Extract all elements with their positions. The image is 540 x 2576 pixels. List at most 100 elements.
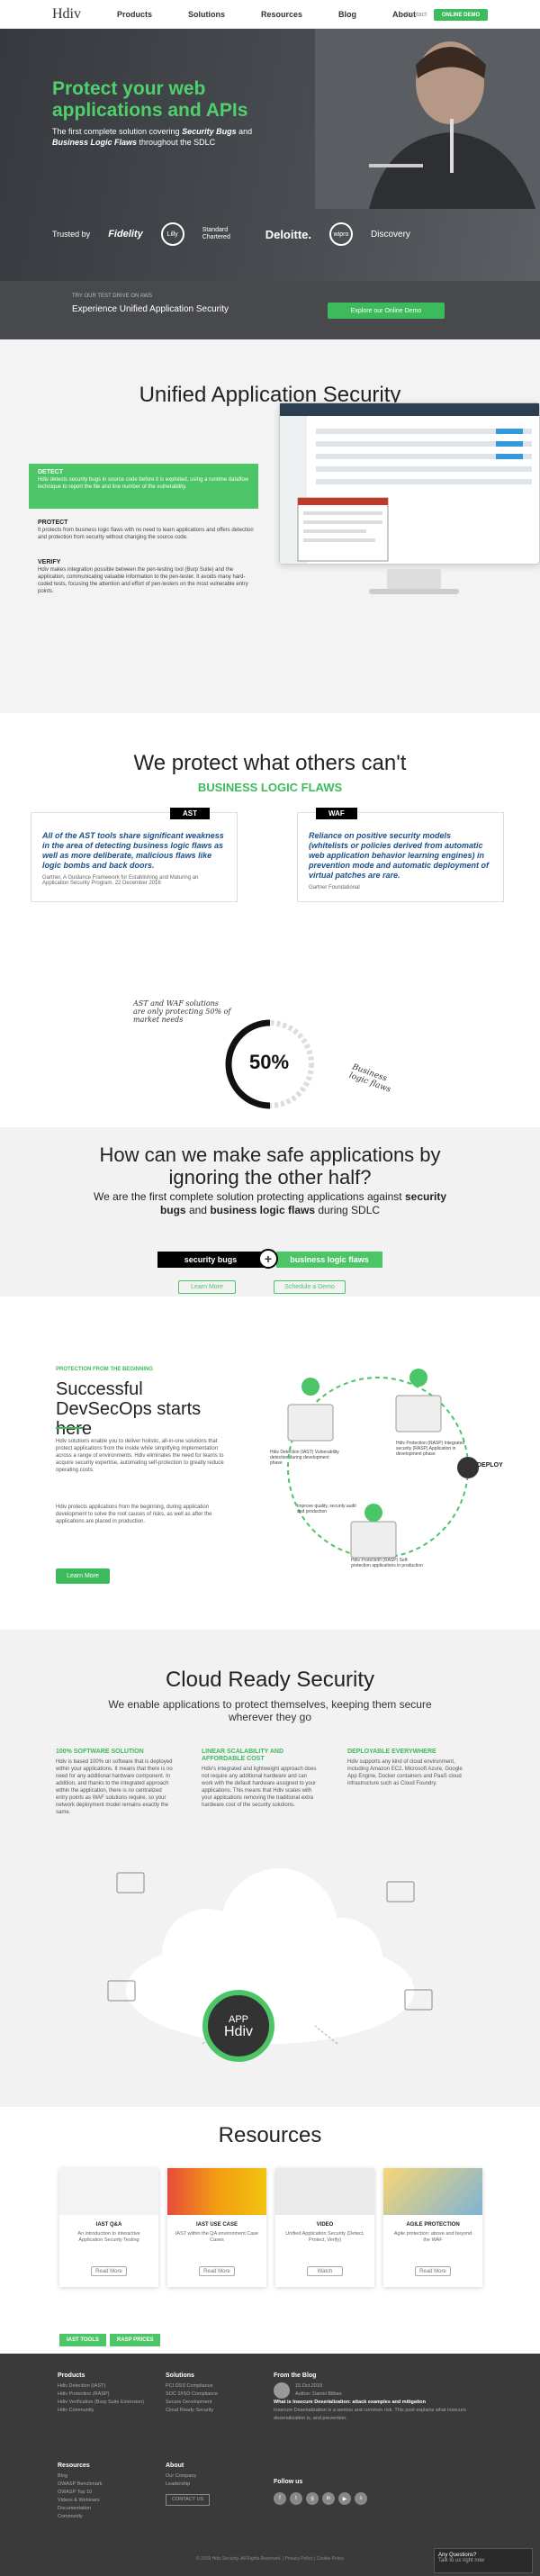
waf-tag: WAF bbox=[316, 808, 357, 819]
logo-wipro: wipro bbox=[329, 222, 353, 246]
youtube-icon[interactable]: ▶ bbox=[338, 2492, 351, 2505]
dashboard-screenshot bbox=[280, 403, 539, 564]
nav-blog[interactable]: Blog bbox=[338, 10, 356, 19]
github-icon[interactable]: g bbox=[306, 2492, 319, 2505]
protect-title: We protect what others can't bbox=[133, 751, 407, 775]
footer-link[interactable]: Hdiv Community bbox=[58, 2407, 148, 2415]
developer-photo bbox=[315, 29, 540, 209]
resource-desc: IAST within the QA environment Case Case… bbox=[175, 2231, 259, 2243]
footer-link[interactable]: Blog bbox=[58, 2472, 148, 2481]
dashboard-monitor bbox=[279, 402, 540, 565]
footer-link[interactable]: Leadership bbox=[166, 2481, 256, 2489]
demo-strip: TRY OUR TEST DRIVE ON AWS Experience Uni… bbox=[0, 281, 540, 339]
learn-more-button[interactable]: Learn More bbox=[178, 1280, 236, 1294]
footer-link[interactable]: OWASP Top 10 bbox=[58, 2489, 148, 2497]
footer-products: Products Hdiv Detection (IAST) Hdiv Prot… bbox=[58, 2372, 148, 2415]
plus-icon: + bbox=[258, 1249, 278, 1269]
protect-text: PROTECT It protects from business logic f… bbox=[38, 520, 254, 540]
tab-rasp-prices[interactable]: RASP PRICES bbox=[109, 2334, 161, 2346]
footer-link[interactable]: SOC 2/ISO Compliance bbox=[166, 2391, 256, 2399]
hero-subtitle: The first complete solution covering Sec… bbox=[52, 127, 253, 147]
ast-quote-card: AST All of the AST tools share significa… bbox=[31, 808, 238, 902]
resource-card-video[interactable]: VIDEO Unified Application Security (Dete… bbox=[275, 2168, 374, 2287]
resource-image-iast-qa bbox=[59, 2168, 158, 2215]
resource-desc: An introduction to interactive Applicati… bbox=[77, 2231, 140, 2243]
resource-card-agile[interactable]: AGILE PROTECTION Agile protection: above… bbox=[383, 2168, 482, 2287]
footer-blog: From the Blog 15.Oct.2019 Author: Daniel … bbox=[274, 2372, 490, 2423]
blog-author: Author: Daniel Bilbao bbox=[295, 2391, 342, 2397]
footer-link[interactable]: Hdiv Verification (Burp Suite Extension) bbox=[58, 2399, 148, 2407]
feature-scalability: LINEAR SCALABILITY AND AFFORDABLE COST Hd… bbox=[202, 1749, 317, 1808]
demo-eyebrow: TRY OUR TEST DRIVE ON AWS bbox=[72, 294, 153, 299]
cycle-label-detection: Hdiv Detection (IAST) Vulnerability dete… bbox=[270, 1450, 339, 1466]
footer-link[interactable]: Cloud Ready Security bbox=[166, 2407, 256, 2415]
resource-read-more-button[interactable]: Read More bbox=[199, 2266, 235, 2276]
blog-post-title[interactable]: What is Insecure Deserialization: attack… bbox=[274, 2399, 490, 2407]
footer: Products Hdiv Detection (IAST) Hdiv Prot… bbox=[0, 2354, 540, 2576]
twitter-icon[interactable]: t bbox=[290, 2492, 302, 2505]
detect-box: DETECT Hdiv detects security bugs in sour… bbox=[29, 464, 258, 509]
resource-image-video bbox=[275, 2168, 374, 2215]
unified-security-section: Unified Application Security DETECT Hdiv … bbox=[0, 339, 540, 713]
chat-widget[interactable]: Any Questions? Talk to us right now bbox=[434, 2548, 533, 2573]
app-hdiv-badge: APP Hdiv bbox=[202, 1990, 274, 2062]
footer-link[interactable]: Hdiv Protection (RASP) bbox=[58, 2391, 148, 2399]
cloud-ready-section: Cloud Ready Security We enable applicati… bbox=[0, 1630, 540, 2107]
business-logic-handwritten: Business logic flaws bbox=[347, 1062, 392, 1095]
monitor-base bbox=[369, 589, 459, 594]
devsecops-paragraph-1: Hdiv solutions enable you to deliver hol… bbox=[56, 1439, 224, 1473]
linkedin-icon[interactable]: in bbox=[322, 2492, 335, 2505]
tab-iast-tools[interactable]: IAST TOOLS bbox=[59, 2334, 106, 2346]
security-bugs-bar: security bugs bbox=[158, 1252, 264, 1268]
protect-section: We protect what others can't BUSINESS LO… bbox=[0, 713, 540, 1127]
footer-link[interactable]: Our Company bbox=[166, 2472, 256, 2481]
nav-contact[interactable]: Contact bbox=[405, 12, 427, 18]
hero-title: Protect your web applications and APIs bbox=[52, 78, 248, 121]
footer-link[interactable]: Hdiv Detection (IAST) bbox=[58, 2382, 148, 2391]
resource-watch-button[interactable]: Watch bbox=[307, 2266, 343, 2276]
cloud-illustration bbox=[107, 1868, 433, 2045]
slideshare-icon[interactable]: s bbox=[355, 2492, 367, 2505]
top-navbar: Hdiv Products Solutions Resources Blog A… bbox=[0, 0, 540, 29]
devsecops-cycle-diagram bbox=[287, 1369, 479, 1559]
online-demo-button[interactable]: ONLINE DEMO bbox=[434, 9, 488, 21]
logo-discovery: Discovery bbox=[371, 229, 410, 240]
footer-link[interactable]: PCI DSS Compliance bbox=[166, 2382, 256, 2391]
nav-solutions[interactable]: Solutions bbox=[188, 10, 225, 19]
nav-resources[interactable]: Resources bbox=[261, 10, 302, 19]
facebook-icon[interactable]: f bbox=[274, 2492, 286, 2505]
resources-title: Resources bbox=[218, 2123, 322, 2147]
resource-read-more-button[interactable]: Read More bbox=[415, 2266, 451, 2276]
blog-excerpt: Insecure Deserialization is a serious an… bbox=[274, 2408, 466, 2421]
title-underline bbox=[56, 1427, 83, 1429]
waf-quote-card: WAF Reliance on positive security models… bbox=[297, 808, 504, 902]
feature-software: 100% SOFTWARE SOLUTION Hdiv is based 100%… bbox=[56, 1749, 173, 1815]
deploy-label: DEPLOY bbox=[477, 1462, 503, 1469]
nav-products[interactable]: Products bbox=[117, 10, 152, 19]
ast-waf-handwritten-note: AST and WAF solutions are only protectin… bbox=[133, 999, 231, 1024]
resource-card-iast-qa[interactable]: IAST Q&A An introduction to interactive … bbox=[59, 2168, 158, 2287]
logo-deloitte: Deloitte. bbox=[265, 227, 311, 241]
footer-about: About Our Company Leadership CONTACT US bbox=[166, 2462, 256, 2506]
monitor-stand bbox=[387, 569, 441, 589]
social-icons: f t g in ▶ s bbox=[274, 2492, 367, 2505]
devsecops-learn-more-button[interactable]: Learn More bbox=[56, 1568, 110, 1584]
contact-us-button[interactable]: CONTACT US bbox=[166, 2494, 211, 2506]
demo-heading: Experience Unified Application Security bbox=[72, 304, 229, 314]
footer-link[interactable]: OWASP Benchmark bbox=[58, 2481, 148, 2489]
explore-demo-button[interactable]: Explore our Online Demo bbox=[328, 303, 445, 319]
safe-applications-section: How can we make safe applications by ign… bbox=[0, 1127, 540, 1297]
protect-subtitle: BUSINESS LOGIC FLAWS bbox=[197, 781, 343, 794]
resource-read-more-button[interactable]: Read More bbox=[91, 2266, 127, 2276]
waf-quote: Reliance on positive security models (wh… bbox=[309, 831, 490, 880]
resource-card-iast-use-case[interactable]: IAST USE CASE IAST within the QA environ… bbox=[167, 2168, 266, 2287]
footer-link[interactable]: Community bbox=[58, 2513, 148, 2521]
fifty-percent-value: 50% bbox=[248, 1051, 290, 1073]
hdiv-logo[interactable]: Hdiv bbox=[52, 6, 81, 23]
safe-text: We are the first complete solution prote… bbox=[94, 1190, 446, 1216]
footer-link[interactable]: Secure Development bbox=[166, 2399, 256, 2407]
footer-link[interactable]: Videos & Webinars bbox=[58, 2497, 148, 2505]
schedule-demo-button[interactable]: Schedule a Demo bbox=[274, 1280, 346, 1294]
ast-tag: AST bbox=[170, 808, 210, 819]
footer-link[interactable]: Documentation bbox=[58, 2505, 148, 2513]
